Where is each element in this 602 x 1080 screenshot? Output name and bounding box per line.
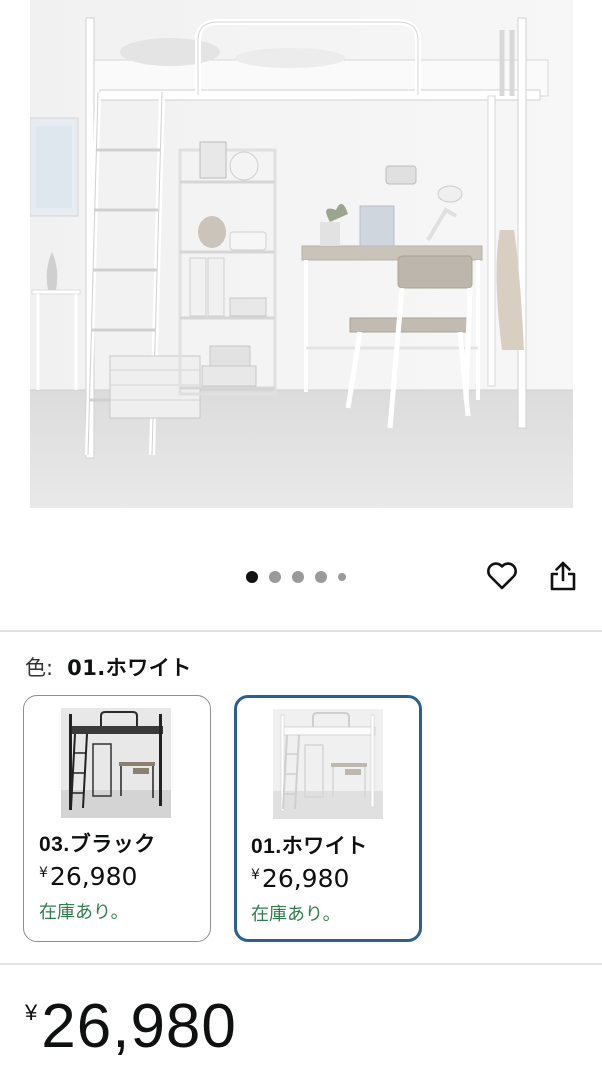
stock-status: 在庫あり。 [251,904,341,925]
stock-status: 在庫あり。 [39,902,129,923]
carousel-controls [0,548,602,608]
swatch-thumbnail [273,709,383,819]
black-bed-thumbnail [61,708,171,818]
product-image[interactable] [30,0,573,508]
swatch-price: ¥26,980 [39,862,137,891]
currency-symbol: ¥ [251,867,260,883]
product-price: ¥ 26,980 [25,992,237,1062]
swatch-name: 01.ホワイト [251,835,368,858]
share-icon [550,561,576,591]
favorite-button[interactable] [482,556,522,596]
loft-bed-photo [30,0,573,508]
carousel-dot-4[interactable] [315,571,327,583]
product-page: 色: 01.ホワイト 03.ブラック ¥26,980 在庫あり。 01.ホワイト… [0,0,602,1080]
carousel-dots[interactable] [246,570,346,584]
section-divider [0,630,602,632]
color-selector-label: 色: 01.ホワイト [25,652,192,682]
price-currency: ¥ [25,1000,38,1025]
swatch-price-amount: 26,980 [261,864,350,893]
share-button[interactable] [543,556,583,596]
white-bed-thumbnail [273,709,383,819]
carousel-dot-5[interactable] [338,573,346,581]
color-swatch-black[interactable]: 03.ブラック ¥26,980 在庫あり。 [23,695,211,942]
section-divider [0,963,602,965]
swatch-thumbnail [61,708,171,818]
currency-symbol: ¥ [39,865,48,881]
carousel-dot-2[interactable] [269,571,281,583]
color-swatch-white[interactable]: 01.ホワイト ¥26,980 在庫あり。 [234,695,422,942]
swatch-name: 03.ブラック [39,833,156,856]
color-label: 色: [25,656,54,680]
heart-icon [487,562,517,590]
carousel-dot-3[interactable] [292,571,304,583]
selected-color-value: 01.ホワイト [67,656,192,680]
price-amount: 26,980 [41,992,237,1061]
swatch-price: ¥26,980 [251,864,349,893]
carousel-dot-1[interactable] [246,571,258,583]
swatch-price-amount: 26,980 [49,862,138,891]
